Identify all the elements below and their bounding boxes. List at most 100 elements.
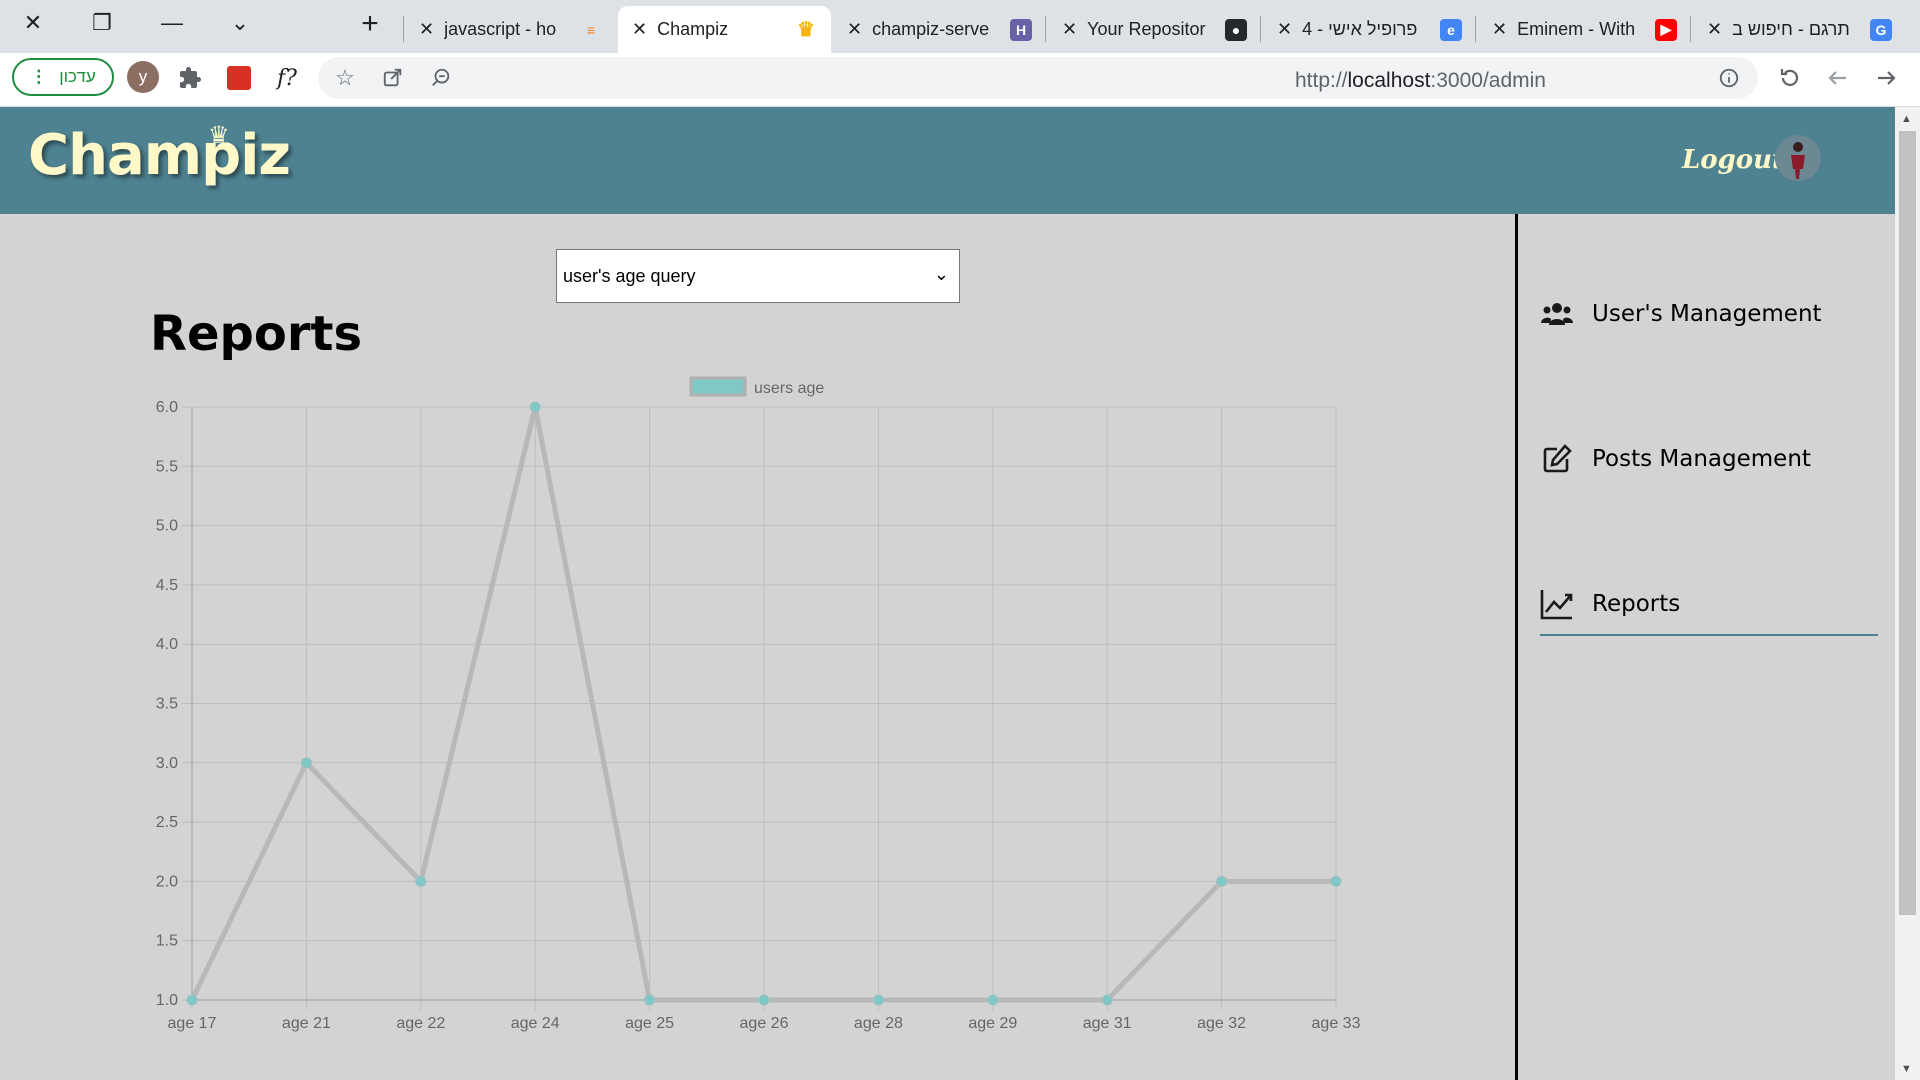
x-tick-label: age 21 xyxy=(282,1015,331,1032)
zoom-icon[interactable] xyxy=(424,61,458,95)
browser-tab-strip: ✕ ❐ — ⌄ + ✕ javascript - ho ≡ ✕ Champiz ♛ ✕ cha… xyxy=(0,0,1920,53)
data-point xyxy=(644,994,656,1006)
sidebar-item-reports[interactable]: Reports xyxy=(1540,574,1878,636)
tab-close-icon[interactable]: ✕ xyxy=(419,19,434,40)
extensions-icon[interactable] xyxy=(173,61,207,95)
tab-close-icon[interactable]: ✕ xyxy=(1492,19,1507,40)
data-point xyxy=(1216,875,1228,887)
data-point xyxy=(300,757,312,769)
google-icon: G xyxy=(1870,18,1892,41)
y-tick-label: 3.0 xyxy=(156,755,178,772)
new-tab-icon[interactable]: + xyxy=(352,6,388,42)
tab-title: javascript - ho xyxy=(444,19,557,39)
sidebar-item-users-management[interactable]: User's Management xyxy=(1540,284,1878,344)
sidebar-item-posts-management[interactable]: Posts Management xyxy=(1540,429,1878,489)
sidebar: User's Management Posts Management Repor… xyxy=(1515,214,1895,1080)
x-tick-label: age 17 xyxy=(168,1015,217,1032)
x-tick-label: age 32 xyxy=(1197,1015,1246,1032)
extension-puzzle-red-icon[interactable] xyxy=(222,61,256,95)
y-tick-label: 4.0 xyxy=(156,636,178,653)
y-tick-label: 5.5 xyxy=(156,458,178,475)
tab-0[interactable]: ✕ javascript - ho ≡ xyxy=(405,6,616,53)
tab-6[interactable]: ✕ תרגם - חיפוש ב G xyxy=(1693,6,1906,53)
profile-avatar[interactable]: y xyxy=(127,61,159,93)
tab-1[interactable]: ✕ Champiz ♛ xyxy=(618,6,831,53)
chart-line-icon xyxy=(1540,587,1574,621)
x-tick-label: age 33 xyxy=(1312,1015,1361,1032)
x-tick-label: age 25 xyxy=(625,1015,674,1032)
data-point xyxy=(186,994,198,1006)
x-tick-label: age 29 xyxy=(968,1015,1017,1032)
browser-toolbar: ⋮ עדכון y f? ☆ http://localhost:3000/adm… xyxy=(0,53,1920,107)
x-tick-label: age 24 xyxy=(511,1015,560,1032)
site-info-icon[interactable] xyxy=(1712,61,1746,95)
line-chart: 1.0 1.5 2.0 2.5 3.0 3.5 4.0 4.5 5.0 5.5 6.0 age 17 a… xyxy=(156,376,1361,1032)
y-tick-label: 4.5 xyxy=(156,577,178,594)
sidebar-item-label: Posts Management xyxy=(1592,446,1811,472)
restore-window-icon[interactable]: ❐ xyxy=(72,4,132,42)
y-tick-label: 1.5 xyxy=(156,933,178,950)
tab-close-icon[interactable]: ✕ xyxy=(847,19,862,40)
data-point xyxy=(758,994,770,1006)
x-tick-label: age 28 xyxy=(854,1015,903,1032)
sidebar-item-label: Reports xyxy=(1592,591,1681,617)
data-point xyxy=(529,401,541,413)
tab-close-icon[interactable]: ✕ xyxy=(632,19,647,40)
github-icon: ● xyxy=(1225,18,1247,41)
tab-3[interactable]: ✕ Your Repositor ● xyxy=(1048,6,1261,53)
data-point xyxy=(1330,875,1342,887)
tab-4[interactable]: ✕ פרופיל אישי - 4 e xyxy=(1263,6,1476,53)
share-icon[interactable] xyxy=(376,61,410,95)
tab-title: champiz-serve xyxy=(872,19,990,39)
logout-link[interactable]: Logout xyxy=(1682,145,1784,175)
y-tick-label: 3.5 xyxy=(156,696,178,713)
back-arrow-icon[interactable] xyxy=(1821,61,1855,95)
crown-icon: ♛ xyxy=(797,19,815,41)
url-text[interactable]: http://localhost:3000/admin xyxy=(1295,69,1546,93)
x-tick-label: age 26 xyxy=(740,1015,789,1032)
legend-swatch xyxy=(689,376,747,397)
close-window-icon[interactable]: ✕ xyxy=(3,4,63,42)
tab-title: תרגם - חיפוש ב xyxy=(1732,19,1850,39)
data-point xyxy=(872,994,884,1006)
main-content: user's age query ⌄ Reports 1.0 1.5 2.0 2.5 3… xyxy=(0,214,1515,1080)
formula-extension-icon[interactable]: f? xyxy=(270,61,304,95)
y-tick-label: 1.0 xyxy=(156,992,178,1009)
sidebar-item-label: User's Management xyxy=(1592,301,1822,327)
reload-icon[interactable] xyxy=(1773,61,1807,95)
x-tick-label: age 22 xyxy=(396,1015,445,1032)
edit-icon xyxy=(1540,442,1574,476)
e-icon: e xyxy=(1440,18,1462,41)
update-button[interactable]: ⋮ עדכון xyxy=(12,58,114,96)
tab-title: Eminem - With xyxy=(1517,19,1636,39)
omnibox[interactable]: ☆ http://localhost:3000/admin xyxy=(318,57,1758,99)
data-point xyxy=(987,994,999,1006)
scroll-down-icon[interactable]: ▼ xyxy=(1901,1063,1912,1075)
bookmark-star-icon[interactable]: ☆ xyxy=(328,61,362,95)
more-icon: ⋮ xyxy=(30,67,48,86)
tab-title: פרופיל אישי - 4 xyxy=(1302,19,1418,39)
minimize-window-icon[interactable]: — xyxy=(142,4,202,42)
forward-arrow-icon[interactable] xyxy=(1869,61,1903,95)
champiz-logo[interactable]: Champiz xyxy=(28,123,291,188)
update-label: עדכון xyxy=(59,67,96,86)
tab-search-icon[interactable]: ⌄ xyxy=(210,4,270,42)
scroll-up-icon[interactable]: ▲ xyxy=(1901,113,1912,125)
tab-title: Your Repositor xyxy=(1087,19,1206,39)
data-point xyxy=(1101,994,1113,1006)
heroku-icon: H xyxy=(1010,18,1032,41)
page-scrollbar[interactable]: ▲ ▼ xyxy=(1895,107,1920,1080)
users-icon xyxy=(1540,297,1574,331)
tab-close-icon[interactable]: ✕ xyxy=(1062,19,1077,40)
stackoverflow-icon: ≡ xyxy=(586,21,596,38)
tab-close-icon[interactable]: ✕ xyxy=(1277,19,1292,40)
user-avatar[interactable] xyxy=(1775,135,1821,181)
tab-2[interactable]: ✕ champiz-serve H xyxy=(833,6,1046,53)
app-header: Champiz ♛ Logout xyxy=(0,107,1895,214)
y-tick-label: 6.0 xyxy=(156,399,178,416)
data-point xyxy=(415,875,427,887)
tab-5[interactable]: ✕ Eminem - With ▶ xyxy=(1478,6,1691,53)
tab-close-icon[interactable]: ✕ xyxy=(1707,19,1722,40)
scroll-thumb[interactable] xyxy=(1899,131,1916,915)
tab-title: Champiz xyxy=(657,19,729,39)
